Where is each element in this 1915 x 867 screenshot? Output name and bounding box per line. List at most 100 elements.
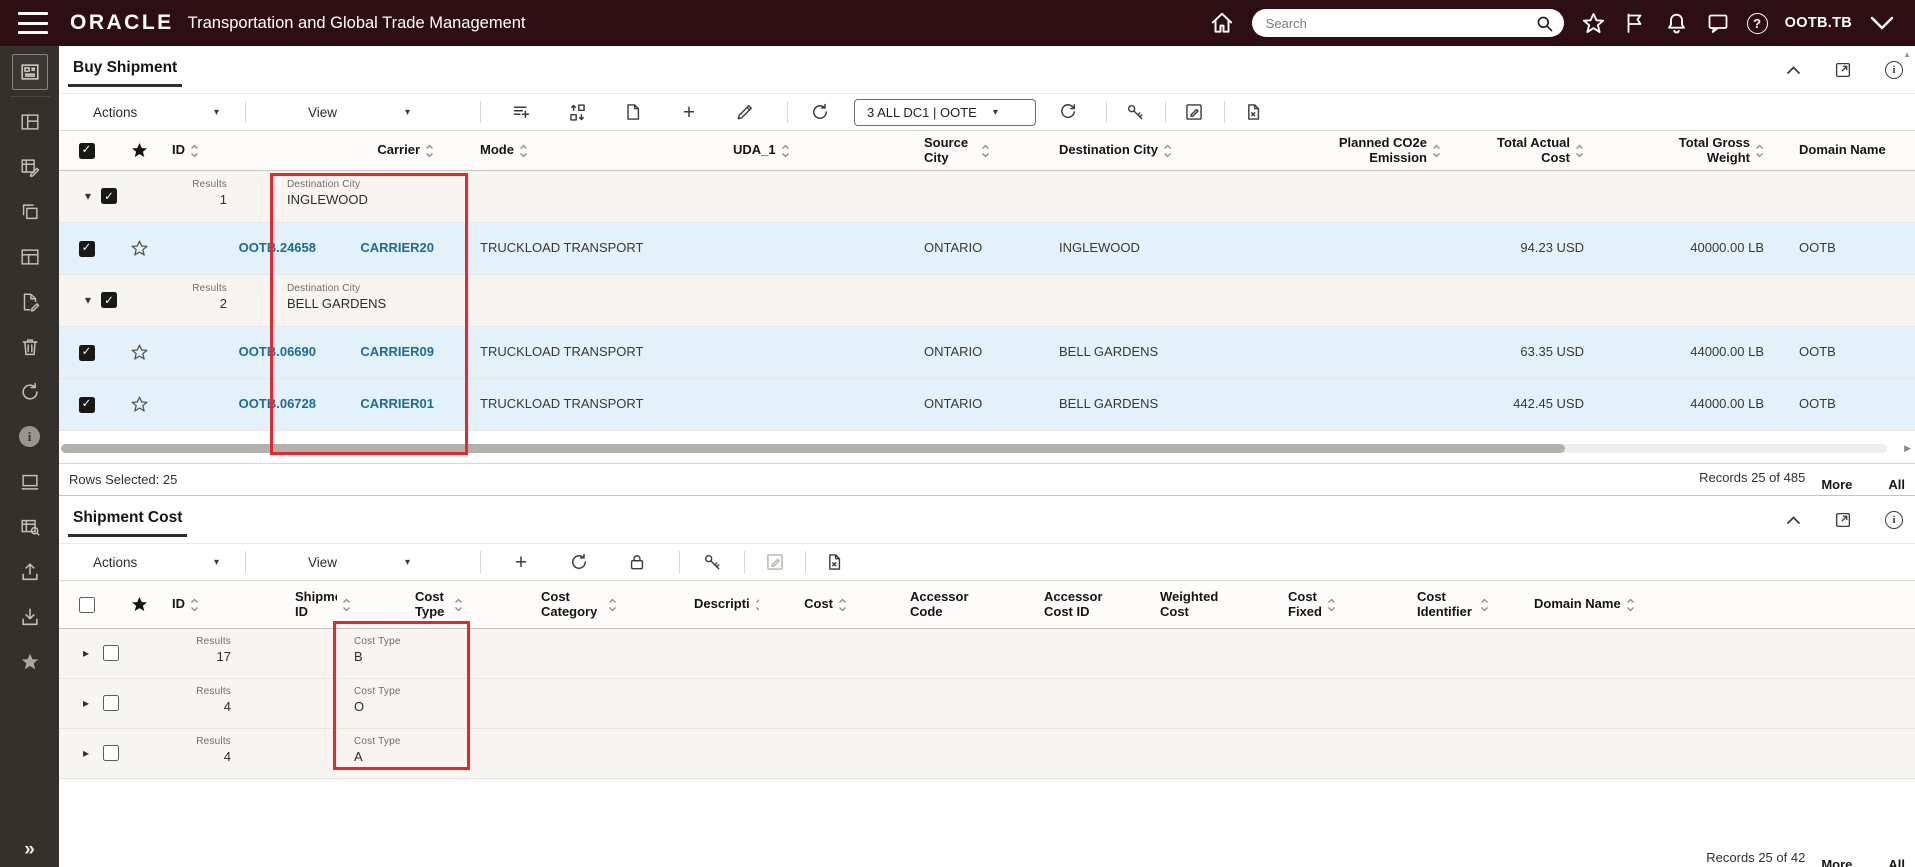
saved-search-dropdown[interactable]: 3 ALL DC1 | OOTE ▾ [854,98,1036,126]
notifications-bell-icon[interactable] [1664,11,1689,36]
all-button[interactable]: All [1888,857,1905,867]
expand-group-caret-icon[interactable]: ▸ [83,746,89,760]
column-header-accessor-code[interactable]: Accessor Code [849,581,969,628]
sidebar-item-shipment-workbench[interactable] [11,54,48,90]
scrollbar-thumb[interactable] [61,444,1565,453]
horizontal-scrollbar[interactable]: ▶ [59,443,1915,454]
buy-shipment-tab[interactable]: Buy Shipment [68,46,183,87]
sidebar-expand-button[interactable]: » [0,839,59,861]
new-document-icon[interactable] [621,102,645,122]
row-favorite-star-icon[interactable] [114,379,164,430]
column-header-cost-fixed[interactable]: Cost Fixed [1219,581,1349,628]
view-button[interactable]: View ▾ [298,555,420,570]
panel-info-icon[interactable]: i [1885,60,1903,79]
collapse-group-caret-icon[interactable]: ▾ [85,189,91,203]
column-header-carrier[interactable]: Carrier [324,131,471,170]
column-header-cost-identifier[interactable]: Cost Identifier [1349,581,1494,628]
search-input[interactable] [1265,15,1535,31]
sidebar-item-refresh[interactable] [0,369,59,414]
search-icon[interactable] [1535,14,1554,33]
column-header-total-actual-cost[interactable]: Total Actual Cost [1449,131,1594,170]
sidebar-item-panel-layout[interactable] [0,234,59,279]
sidebar-item-page-layout[interactable] [0,99,59,144]
column-header-shipment-id[interactable]: Shipment ID [287,581,351,628]
select-all-checkbox[interactable]: ✓ [78,142,95,159]
carrier-link[interactable]: CARRIER01 [360,396,434,412]
column-header-destination-city[interactable]: Destination City [1049,131,1199,170]
column-header-source-city[interactable]: Source City [914,131,1049,170]
user-menu-chevron-down-icon[interactable] [1869,15,1895,31]
actions-button[interactable]: Actions ▾ [83,555,229,570]
carrier-link[interactable]: CARRIER20 [360,240,434,256]
table-row[interactable]: ✓ OOTB.06690 CARRIER09 TRUCKLOAD TRANSPO… [59,327,1915,379]
home-icon[interactable] [1209,10,1235,36]
add-record-button[interactable]: + [509,552,533,573]
user-menu-label[interactable]: OOTB.TB [1785,15,1852,31]
column-header-domain-name[interactable]: Domain Name [1494,581,1915,628]
sidebar-item-upload[interactable] [0,549,59,594]
help-icon[interactable]: ? [1746,12,1768,34]
collapse-panel-chevron-icon[interactable] [1786,515,1801,525]
edit-in-form-icon[interactable] [1182,102,1206,122]
group-checkbox[interactable]: ✓ [101,188,117,204]
refresh-results-icon[interactable] [567,552,591,572]
panel-info-icon[interactable]: i [1885,510,1903,529]
sidebar-item-info[interactable]: i [0,414,59,459]
sidebar-item-favorites[interactable] [0,639,59,684]
export-document-icon[interactable] [822,552,846,572]
group-checkbox[interactable] [103,645,119,661]
sidebar-item-table-search[interactable] [0,504,59,549]
table-row[interactable]: ✓ OOTB.24658 CARRIER20 TRUCKLOAD TRANSPO… [59,223,1915,275]
sidebar-item-delete[interactable] [0,324,59,369]
edit-pencil-icon[interactable] [733,102,757,122]
column-header-uda1[interactable]: UDA_1 [689,131,914,170]
hamburger-menu-icon[interactable] [18,12,48,34]
expand-group-caret-icon[interactable]: ▸ [83,696,89,710]
carrier-link[interactable]: CARRIER09 [360,344,434,360]
row-favorite-star-icon[interactable] [114,223,164,274]
reorder-columns-icon[interactable] [565,102,589,123]
shipment-id-link[interactable]: OOTB.24658 [239,240,316,256]
sidebar-item-monitor[interactable] [0,459,59,504]
messages-chat-icon[interactable] [1706,11,1730,35]
column-header-planned-co2e[interactable]: Planned CO2e Emission [1199,131,1449,170]
group-checkbox[interactable] [103,695,119,711]
expand-group-caret-icon[interactable]: ▸ [83,646,89,660]
table-row[interactable]: ✓ OOTB.06728 CARRIER01 TRUCKLOAD TRANSPO… [59,379,1915,431]
favorite-column-header[interactable] [114,581,164,628]
search-box[interactable] [1251,9,1564,37]
column-header-weighted-cost[interactable]: Weighted Cost [1104,581,1219,628]
row-checkbox[interactable]: ✓ [78,396,95,413]
vertical-scrollbar-up[interactable]: ▲ [1903,50,1911,59]
row-checkbox[interactable]: ✓ [78,344,95,361]
lock-icon[interactable] [625,552,649,572]
column-header-id[interactable]: ID [164,581,287,628]
key-icon[interactable] [700,552,724,572]
column-header-domain-name[interactable]: Domain Name [1774,131,1915,170]
shipment-id-link[interactable]: OOTB.06690 [239,344,316,360]
collapse-group-caret-icon[interactable]: ▾ [85,293,91,307]
sidebar-item-copy[interactable] [0,189,59,234]
more-button[interactable]: More [1821,857,1852,867]
favorite-column-header[interactable] [114,131,164,170]
collapse-panel-chevron-icon[interactable] [1786,65,1801,75]
favorites-star-icon[interactable] [1581,11,1606,36]
actions-button[interactable]: Actions ▾ [83,105,229,120]
column-header-description[interactable]: Description [629,581,759,628]
group-checkbox[interactable] [103,745,119,761]
add-record-button[interactable]: + [677,102,701,123]
column-header-accessor-cost-id[interactable]: Accessor Cost ID [969,581,1104,628]
open-in-window-icon[interactable] [1834,61,1852,79]
open-in-window-icon[interactable] [1834,511,1852,529]
select-all-checkbox[interactable] [78,596,95,613]
sidebar-item-edit-table[interactable] [0,144,59,189]
column-header-cost[interactable]: Cost [759,581,849,628]
sidebar-item-edit-document[interactable] [0,279,59,324]
view-button[interactable]: View ▾ [298,105,420,120]
more-button[interactable]: More [1821,477,1852,492]
column-header-cost-type[interactable]: Cost Type [351,581,479,628]
key-icon[interactable] [1123,102,1147,122]
column-header-id[interactable]: ID [164,131,324,170]
group-checkbox[interactable]: ✓ [101,292,117,308]
sidebar-item-download[interactable] [0,594,59,639]
